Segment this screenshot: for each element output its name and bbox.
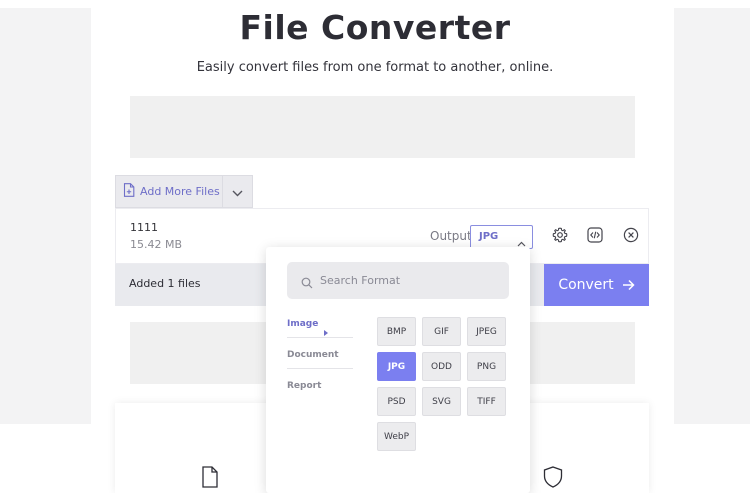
format-option-jpeg[interactable]: JPEG <box>467 317 506 346</box>
category-document[interactable]: Document <box>287 350 339 360</box>
add-files-dropdown-button[interactable] <box>222 175 253 208</box>
file-icon <box>201 466 219 492</box>
code-icon <box>587 227 603 247</box>
format-option-png[interactable]: PNG <box>467 352 506 381</box>
format-option-webp[interactable]: WebP <box>377 422 416 451</box>
format-picker-popup: Image Document Report BMP GIF JPEG JPG O… <box>266 247 530 493</box>
file-name: 1111 <box>130 221 158 234</box>
add-more-files-label: Add More Files <box>140 185 220 198</box>
convert-button[interactable]: Convert <box>544 264 649 306</box>
close-circle-icon <box>623 227 639 247</box>
format-option-gif[interactable]: GIF <box>422 317 461 346</box>
category-image[interactable]: Image <box>287 319 318 329</box>
file-size: 15.42 MB <box>130 238 183 251</box>
page-subtitle: Easily convert files from one format to … <box>196 60 554 75</box>
format-option-odd[interactable]: ODD <box>422 352 461 381</box>
category-divider <box>287 368 353 369</box>
gear-icon <box>552 227 568 247</box>
output-format-select[interactable]: JPG <box>470 225 533 249</box>
settings-button[interactable] <box>551 227 569 247</box>
add-more-files-button[interactable]: Add More Files <box>115 175 222 208</box>
format-option-svg[interactable]: SVG <box>422 387 461 416</box>
category-report[interactable]: Report <box>287 381 321 391</box>
remove-file-button[interactable] <box>622 227 640 247</box>
search-format-box <box>287 262 509 299</box>
files-added-status: Added 1 files <box>129 277 201 290</box>
format-option-jpg[interactable]: JPG <box>377 352 416 381</box>
format-option-bmp[interactable]: BMP <box>377 317 416 346</box>
category-divider <box>287 337 353 338</box>
search-icon <box>301 274 313 293</box>
output-format-value: JPG <box>479 231 499 242</box>
format-option-tiff[interactable]: TIFF <box>467 387 506 416</box>
search-format-input[interactable] <box>320 271 500 290</box>
arrow-right-icon <box>622 276 635 295</box>
output-label: Output: <box>430 229 476 243</box>
chevron-down-icon <box>232 182 243 201</box>
ad-placeholder-top <box>130 96 635 158</box>
convert-label: Convert <box>558 277 614 293</box>
page-title: File Converter <box>239 8 511 47</box>
shield-icon <box>543 466 563 492</box>
file-plus-icon <box>123 182 135 201</box>
format-option-psd[interactable]: PSD <box>377 387 416 416</box>
embed-code-button[interactable] <box>586 227 604 247</box>
